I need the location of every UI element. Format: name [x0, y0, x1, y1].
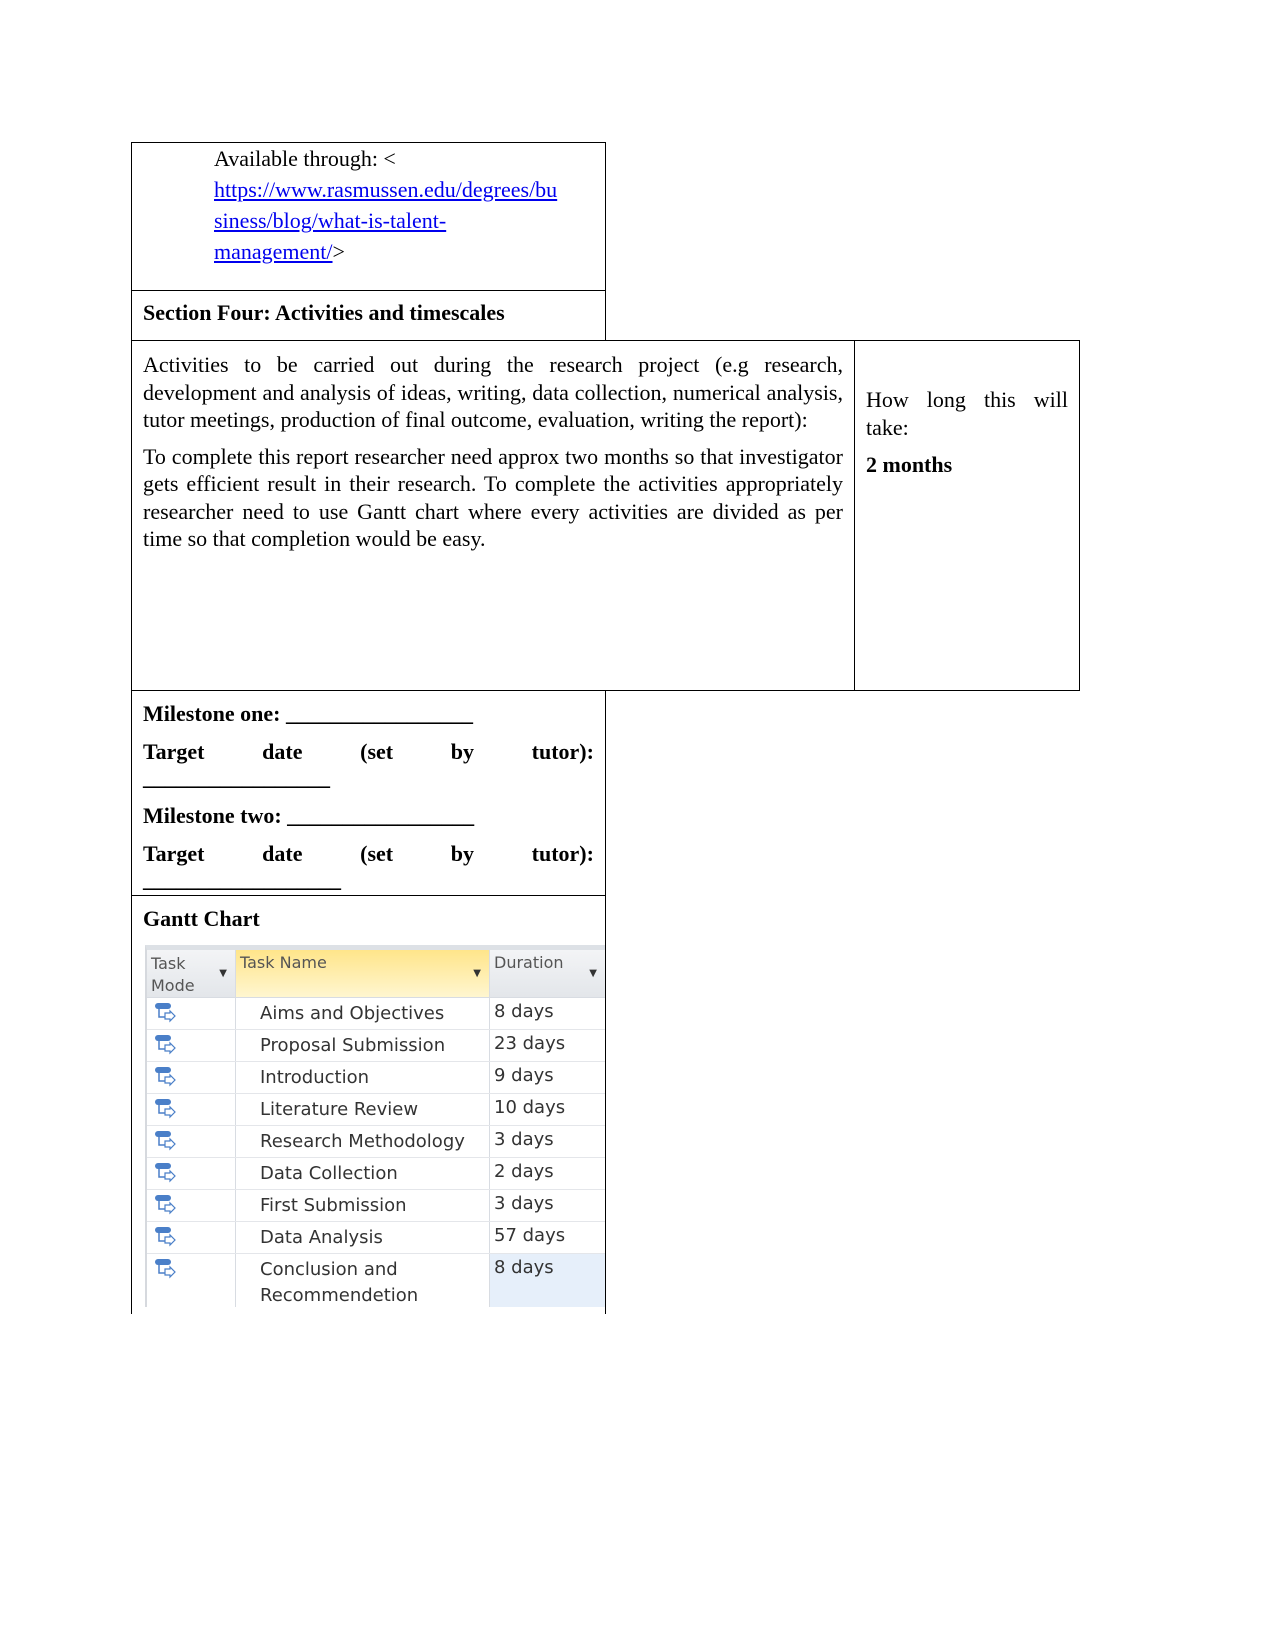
section-title: Section Four: Activities and timescales [143, 300, 505, 325]
duration-cell[interactable]: 10 days [490, 1094, 605, 1125]
activities-answer: To complete this report researcher need … [143, 443, 843, 552]
task-name-cell[interactable]: Research Methodology [236, 1126, 490, 1157]
duration-cell[interactable]: 8 days [490, 1254, 605, 1307]
target-date-one: Target date (set by tutor): [143, 739, 594, 764]
auto-scheduled-task-icon [153, 1257, 177, 1286]
task-name-cell[interactable]: Introduction [236, 1062, 490, 1093]
duration-cell[interactable]: 2 days [490, 1158, 605, 1189]
gantt-row[interactable]: Data Collection 2 days [147, 1158, 605, 1190]
gantt-row[interactable]: First Submission 3 days [147, 1190, 605, 1222]
document-page: Available through: < https://www.rasmuss… [0, 0, 1275, 1651]
duration-cell[interactable]: 57 days [490, 1222, 605, 1253]
task-mode-cell [147, 1030, 236, 1061]
task-name-cell[interactable]: Literature Review [236, 1094, 490, 1125]
auto-scheduled-task-icon [153, 1225, 177, 1254]
task-mode-cell [147, 1254, 236, 1307]
auto-scheduled-task-icon [153, 1097, 177, 1126]
duration-answer: 2 months [866, 452, 953, 477]
auto-scheduled-task-icon [153, 1001, 177, 1030]
gantt-row[interactable]: Proposal Submission 23 days [147, 1030, 605, 1062]
task-mode-cell [147, 1222, 236, 1253]
task-name-cell[interactable]: Conclusion and Recommendetion [236, 1254, 490, 1307]
task-mode-cell [147, 1158, 236, 1189]
task-name-cell[interactable]: Data Analysis [236, 1222, 490, 1253]
gantt-table: Task Mode ▼ Task Name ▼ Duration ▼ Aims and… [145, 945, 605, 1307]
activities-cell: Activities to be carried out during the … [131, 340, 855, 691]
task-name-cell[interactable]: Aims and Objectives [236, 998, 490, 1029]
target-blank-one: _________________ [143, 765, 330, 790]
auto-scheduled-task-icon [153, 1129, 177, 1158]
header-task-mode[interactable]: Task Mode ▼ [147, 950, 236, 997]
duration-cell[interactable]: 23 days [490, 1030, 605, 1061]
duration-prompt: How long this will take: [866, 387, 1068, 440]
gantt-row[interactable]: Literature Review 10 days [147, 1094, 605, 1126]
gantt-row[interactable]: Data Analysis 57 days [147, 1222, 605, 1254]
gantt-row[interactable]: Aims and Objectives 8 days [147, 998, 605, 1030]
task-mode-cell [147, 1062, 236, 1093]
header-duration[interactable]: Duration ▼ [490, 950, 605, 997]
milestones-cell: Milestone one: _________________ Target d… [131, 690, 606, 896]
milestone-two: Milestone two: _________________ [143, 803, 475, 828]
target-blank-two: __________________ [143, 867, 341, 892]
source-suffix: > [332, 239, 345, 264]
source-cell: Available through: < https://www.rasmuss… [131, 142, 606, 291]
gantt-row[interactable]: Research Methodology 3 days [147, 1126, 605, 1158]
gantt-row[interactable]: Introduction 9 days [147, 1062, 605, 1094]
task-name-cell[interactable]: Proposal Submission [236, 1030, 490, 1061]
source-link[interactable]: https://www.rasmussen.edu/degrees/bu sine… [214, 177, 557, 264]
auto-scheduled-task-icon [153, 1065, 177, 1094]
task-name-cell[interactable]: First Submission [236, 1190, 490, 1221]
section-title-cell: Section Four: Activities and timescales [131, 290, 606, 341]
gantt-title: Gantt Chart [143, 906, 260, 931]
duration-cell: How long this will take: 2 months [854, 340, 1080, 691]
duration-cell[interactable]: 8 days [490, 998, 605, 1029]
source-prefix: Available through: < [214, 146, 396, 171]
gantt-row[interactable]: Conclusion and Recommendetion 8 days [147, 1254, 605, 1307]
task-name-cell[interactable]: Data Collection [236, 1158, 490, 1189]
auto-scheduled-task-icon [153, 1033, 177, 1062]
duration-cell[interactable]: 3 days [490, 1126, 605, 1157]
auto-scheduled-task-icon [153, 1161, 177, 1190]
gantt-header: Task Mode ▼ Task Name ▼ Duration ▼ [147, 950, 605, 998]
header-task-name[interactable]: Task Name ▼ [236, 950, 490, 997]
task-mode-cell [147, 1094, 236, 1125]
task-mode-cell [147, 1126, 236, 1157]
auto-scheduled-task-icon [153, 1193, 177, 1222]
target-date-two: Target date (set by tutor): [143, 841, 594, 866]
task-mode-cell [147, 1190, 236, 1221]
dropdown-arrow-icon[interactable]: ▼ [473, 968, 481, 979]
activities-prompt: Activities to be carried out during the … [143, 352, 843, 432]
dropdown-arrow-icon[interactable]: ▼ [219, 968, 227, 979]
dropdown-arrow-icon[interactable]: ▼ [589, 968, 597, 979]
duration-cell[interactable]: 3 days [490, 1190, 605, 1221]
duration-cell[interactable]: 9 days [490, 1062, 605, 1093]
milestone-one: Milestone one: _________________ [143, 701, 473, 726]
task-mode-cell [147, 998, 236, 1029]
